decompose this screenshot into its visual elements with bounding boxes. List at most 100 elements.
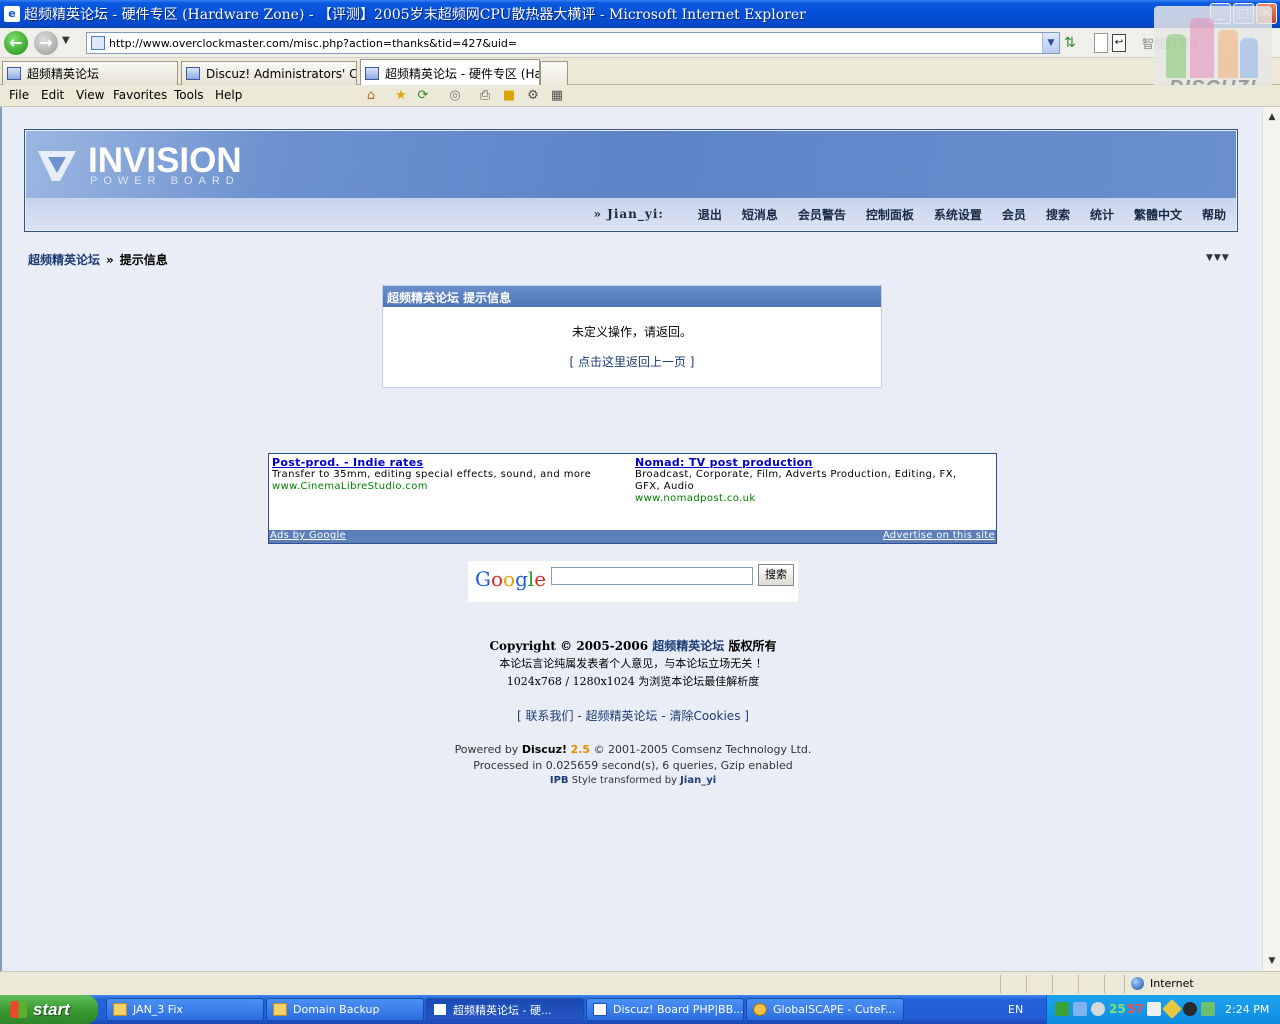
ad-title[interactable]: Nomad: TV post production xyxy=(635,456,975,469)
page-icon xyxy=(91,36,105,50)
favorites-star-icon[interactable]: ★ xyxy=(392,87,410,105)
tray-media-icon[interactable] xyxy=(1183,1002,1197,1016)
tab-hardware-zone[interactable]: 超频精英论坛 - 硬件专区 (Hardware Zone) xyxy=(360,59,540,86)
status-divider xyxy=(1104,975,1105,993)
tray-scale-icon[interactable] xyxy=(1147,1002,1161,1016)
nav-settings[interactable]: 系统设置 xyxy=(934,206,982,223)
ads-by-google-link[interactable]: Ads by Google xyxy=(270,530,346,541)
clock[interactable]: 2:24 PM xyxy=(1225,1003,1269,1016)
tab-bar: 超频精英论坛 Discuz! Administrators' Control P… xyxy=(0,58,1280,86)
invision-logo-icon xyxy=(38,151,76,181)
globe-icon xyxy=(1131,977,1144,990)
style-ipb: IPB xyxy=(549,775,569,786)
tray-gear-icon[interactable] xyxy=(1091,1002,1105,1016)
tab-label: 超频精英论坛 - 硬件专区 (Hardware Zone) xyxy=(385,66,539,81)
window-title-bar[interactable]: e 超频精英论坛 - 硬件专区 (Hardware Zone) - 【评测】20… xyxy=(0,0,1280,28)
search-input[interactable] xyxy=(1094,33,1108,53)
taskbar-item[interactable]: GlobalSCAPE - CuteF... xyxy=(746,998,904,1021)
taskbar-item-active[interactable]: 超频精英论坛 - 硬... xyxy=(426,998,584,1021)
tray-safely-remove-icon[interactable] xyxy=(1201,1002,1215,1016)
status-divider xyxy=(1078,975,1079,993)
messenger-icon[interactable]: ▦ xyxy=(548,87,566,105)
logo-main-text: INVISION xyxy=(88,141,242,180)
nav-traditional-chinese[interactable]: 繁體中文 xyxy=(1134,206,1182,223)
address-dropdown-icon[interactable]: ▼ xyxy=(1042,33,1059,53)
research-icon[interactable]: ⚙ xyxy=(524,87,542,105)
home-icon[interactable]: ⌂ xyxy=(362,87,380,105)
page-viewport: INVISION POWER BOARD » Jian_yi: 退出 短消息 会… xyxy=(0,107,1262,971)
nav-members[interactable]: 会员 xyxy=(1002,206,1026,223)
copyright-forum-name[interactable]: 超频精英论坛 xyxy=(652,639,724,653)
menu-favorites[interactable]: Favorites xyxy=(113,88,167,102)
vertical-scrollbar[interactable]: ▲ ▼ xyxy=(1262,107,1280,971)
google-search-button[interactable]: 搜索 xyxy=(758,564,794,586)
status-divider xyxy=(1026,975,1027,993)
taskbar-item[interactable]: Domain Backup xyxy=(266,998,424,1021)
nav-help[interactable]: 帮助 xyxy=(1202,206,1226,223)
scroll-up-icon[interactable]: ▲ xyxy=(1264,109,1280,125)
powered-name[interactable]: Discuz! xyxy=(522,743,567,756)
menu-help[interactable]: Help xyxy=(215,88,242,102)
feeds-icon[interactable]: ◎ xyxy=(446,87,464,105)
system-tray: 25 57 2:24 PM xyxy=(1046,995,1280,1024)
google-search-input[interactable] xyxy=(551,567,753,585)
page-footer: Copyright © 2005-2006 超频精英论坛 版权所有 本论坛言论纯… xyxy=(2,637,1262,786)
address-field[interactable]: http://www.overclockmaster.com/misc.php?… xyxy=(86,32,1060,54)
resolution-note: 1024x768 / 1280x1024 为浏览本论坛最佳解析度 xyxy=(506,675,760,688)
menu-tools[interactable]: Tools xyxy=(174,88,204,102)
tray-counter-green: 25 xyxy=(1109,1002,1126,1016)
taskbar-item[interactable]: JAN_3 Fix xyxy=(106,998,264,1021)
powered-by: Powered by Discuz! 2.5 © 2001-2005 Comse… xyxy=(2,743,1262,756)
nav-control-panel[interactable]: 控制面板 xyxy=(866,206,914,223)
tab-admin-panel[interactable]: Discuz! Administrators' Control Panel xyxy=(181,61,357,85)
page-icon xyxy=(7,67,21,80)
tray-pencil-icon[interactable] xyxy=(1162,999,1182,1019)
nav-logout[interactable]: 退出 xyxy=(698,206,722,223)
breadcrumb-home[interactable]: 超频精英论坛 xyxy=(28,253,100,267)
address-toolbar: ← → ▼ http://www.overclockmaster.com/mis… xyxy=(0,28,1280,58)
ad-item[interactable]: Post-prod. - Indie rates Transfer to 35m… xyxy=(272,456,632,493)
tray-app-icon[interactable] xyxy=(1055,1002,1069,1016)
advertise-link[interactable]: Advertise on this site xyxy=(883,530,995,541)
address-url[interactable]: http://www.overclockmaster.com/misc.php?… xyxy=(109,37,517,50)
scroll-down-icon[interactable]: ▼ xyxy=(1264,953,1280,969)
menu-view[interactable]: View xyxy=(76,88,104,102)
nav-search[interactable]: 搜索 xyxy=(1046,206,1070,223)
print-icon[interactable]: ⎙ xyxy=(476,87,494,105)
user-nav-bar: » Jian_yi: 退出 短消息 会员警告 控制面板 系统设置 会员 搜索 统… xyxy=(26,198,1236,230)
history-dropdown-icon[interactable]: ▼ xyxy=(62,35,70,46)
nav-stats[interactable]: 统计 xyxy=(1090,206,1114,223)
powered-suffix: © 2001-2005 Comsenz Technology Ltd. xyxy=(593,743,812,756)
menu-file[interactable]: File xyxy=(9,88,29,102)
ad-body: Transfer to 35mm, editing special effect… xyxy=(272,469,592,480)
language-indicator[interactable]: EN xyxy=(1008,1003,1023,1016)
go-back-link[interactable]: [ 点击这里返回上一页 ] xyxy=(383,353,881,370)
note-icon[interactable]: ■ xyxy=(500,87,518,105)
nav-warnings[interactable]: 会员警告 xyxy=(798,206,846,223)
forward-arrow-icon[interactable]: → xyxy=(34,31,58,55)
start-button[interactable]: start xyxy=(0,995,98,1024)
new-tab-button[interactable] xyxy=(540,61,568,85)
page-icon xyxy=(365,66,379,80)
message-box: 超频精英论坛 提示信息 未定义操作，请返回。 [ 点击这里返回上一页 ] xyxy=(382,285,882,388)
tray-counter-red: 57 xyxy=(1127,1002,1144,1016)
style-mid: Style transformed by xyxy=(571,775,677,786)
taskbar-item[interactable]: Discuz! Board PHP|BB... xyxy=(586,998,744,1021)
footer-links[interactable]: [ 联系我们 - 超频精英论坛 - 清除Cookies ] xyxy=(2,707,1262,724)
collapse-arrows-icon[interactable]: ▼▼▼ xyxy=(1206,253,1230,263)
add-favorite-icon[interactable]: ⟳ xyxy=(414,87,432,105)
back-arrow-icon[interactable]: ← xyxy=(4,31,28,55)
menu-edit[interactable]: Edit xyxy=(41,88,64,102)
ad-url[interactable]: www.nomadpost.co.uk xyxy=(635,493,975,505)
ad-title[interactable]: Post-prod. - Indie rates xyxy=(272,456,632,469)
nav-messages[interactable]: 短消息 xyxy=(742,206,778,223)
ad-url[interactable]: www.CinemaLibreStudio.com xyxy=(272,481,632,493)
tray-network-icon[interactable] xyxy=(1073,1002,1087,1016)
google-logo: Google xyxy=(475,567,547,591)
ime-icon[interactable]: ↩ xyxy=(1112,34,1126,52)
copyright-suffix: 版权所有 xyxy=(728,639,777,653)
refresh-icon[interactable]: ⇅ xyxy=(1064,35,1076,51)
ad-item[interactable]: Nomad: TV post production Broadcast, Cor… xyxy=(635,456,975,505)
username: » Jian_yi: xyxy=(593,207,664,221)
tab-forum-home[interactable]: 超频精英论坛 xyxy=(2,61,178,85)
